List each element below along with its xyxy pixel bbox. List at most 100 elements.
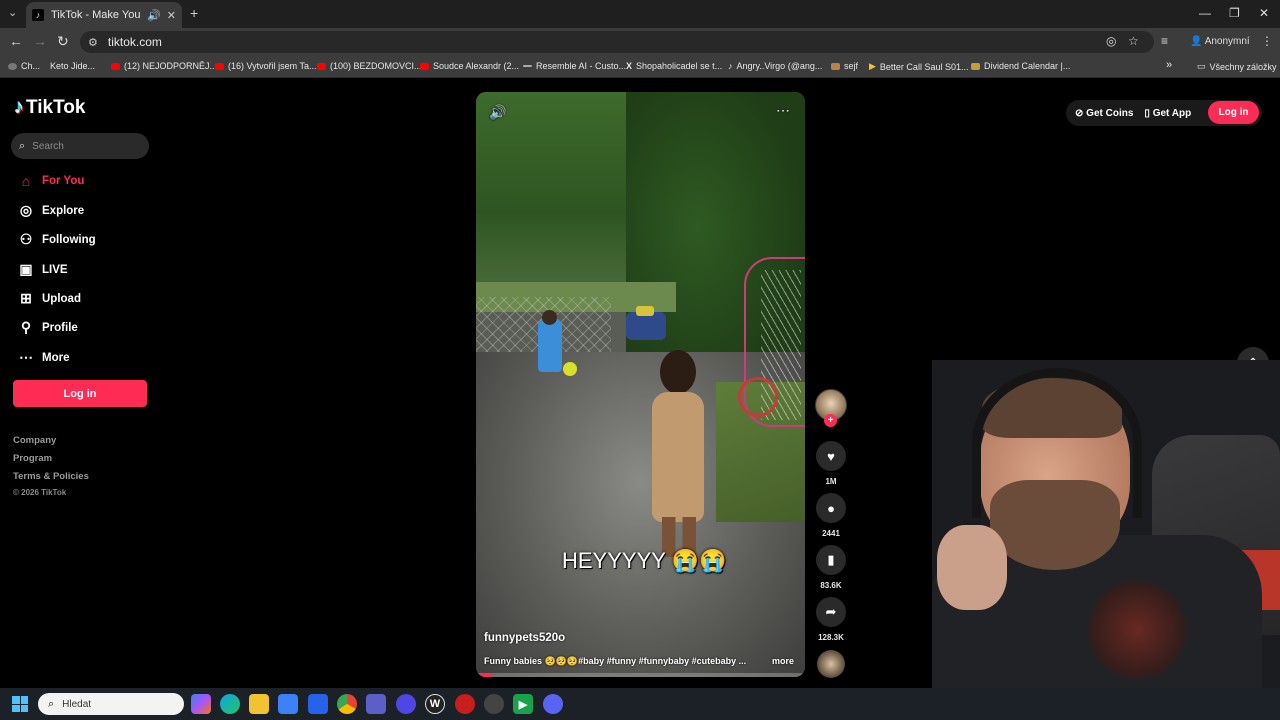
bookmark-star-icon[interactable]: ☆ — [1128, 34, 1139, 48]
taskbar-search[interactable]: ⌕ Hledat — [38, 693, 184, 715]
volume-icon[interactable]: 🔊 — [489, 104, 506, 121]
bookmark-icon[interactable]: ▮ — [816, 545, 846, 575]
video-options-icon[interactable]: ⋯ — [776, 102, 790, 119]
youtube-icon — [420, 62, 429, 70]
bookmark-item[interactable]: (12) NEJODPORNĚJ... — [111, 61, 217, 71]
more-link[interactable]: more — [772, 656, 794, 667]
close-tab-icon[interactable]: ✕ — [167, 9, 176, 22]
site-info-icon[interactable]: ⚙ — [88, 36, 98, 49]
minimize-icon[interactable]: — — [1199, 6, 1211, 20]
sidebar-item-upload[interactable]: ⊞ Upload — [16, 290, 81, 307]
profile-chip[interactable]: 👤 Anonymní — [1190, 36, 1250, 47]
music-disc-icon[interactable] — [817, 650, 845, 678]
bookmark-item[interactable]: Soudce Alexandr (2... — [420, 61, 519, 71]
teams-icon[interactable] — [366, 694, 386, 714]
heart-icon[interactable]: ♥ — [816, 441, 846, 471]
sidebar-item-following[interactable]: ⚇ Following — [16, 231, 96, 248]
tab-tiktok[interactable]: ♪ TikTok - Make Your Day 🔊 ✕ — [26, 2, 182, 28]
progress-fill — [476, 673, 493, 677]
bookmark-item[interactable]: ▶ Better Call Saul S01... — [869, 61, 968, 72]
eye-off-icon[interactable]: ◎ — [1106, 34, 1116, 48]
windows-taskbar: ⌕ Hledat W ▶ — [0, 688, 1280, 720]
video-description: Funny babies 🥺🥺🥺#baby #funny #funnybaby … — [484, 656, 794, 667]
upload-icon: ⊞ — [20, 290, 32, 306]
tab-list-icon[interactable]: ⌄ — [8, 6, 17, 19]
footer-link-terms[interactable]: Terms & Policies — [13, 471, 89, 482]
live-icon: ▣ — [19, 261, 33, 277]
tiktok-logo[interactable]: ♪ TikTok — [14, 96, 85, 119]
footer-link-company[interactable]: Company — [13, 435, 56, 446]
bookmark-item[interactable]: sejf — [831, 61, 858, 71]
copilot-icon[interactable] — [191, 694, 211, 714]
more-icon: ⋯ — [19, 349, 33, 365]
phone-icon: ▯ — [1144, 107, 1150, 119]
share-count: 128.3K — [818, 633, 844, 642]
incognito-icon: 👤 — [1190, 36, 1203, 47]
comment-icon[interactable]: ● — [816, 493, 846, 523]
bookmark-item[interactable]: Keto Jide... — [50, 61, 95, 71]
copyright: © 2026 TikTok — [13, 488, 67, 497]
sidebar-item-for-you[interactable]: ⌂ For You — [16, 173, 85, 189]
follow-plus-icon[interactable]: + — [824, 414, 837, 427]
bookmark-item[interactable]: Ch... — [8, 61, 40, 71]
sidebar-item-more[interactable]: ⋯ More — [16, 349, 69, 366]
sidebar-login-button[interactable]: Log in — [13, 380, 147, 407]
coin-icon: ⊘ — [1075, 107, 1084, 119]
steam-icon[interactable] — [484, 694, 504, 714]
webcam-overlay — [932, 360, 1280, 688]
save-action[interactable]: ▮ 83.6K — [816, 545, 846, 590]
bookmark-item[interactable]: Dividend Calendar |... — [971, 61, 1070, 71]
profile-icon: ⚲ — [20, 319, 32, 335]
discord-icon[interactable] — [543, 694, 563, 714]
get-app-button[interactable]: ▯ Get App — [1144, 108, 1191, 119]
header-login-button[interactable]: Log in — [1208, 101, 1259, 124]
get-coins-button[interactable]: ⊘ Get Coins — [1075, 108, 1133, 119]
reload-icon[interactable]: ↻ — [57, 33, 69, 50]
outlook-icon[interactable] — [308, 694, 328, 714]
windows-start-icon[interactable] — [12, 696, 28, 712]
comment-action[interactable]: ● 2441 — [816, 493, 846, 538]
bookmark-item[interactable]: (100) BEZDOMOVCI... — [317, 61, 422, 71]
app-green-icon[interactable]: ▶ — [513, 694, 533, 714]
chevron-more-icon[interactable]: » — [1166, 59, 1172, 71]
bookmark-item[interactable]: (16) Vytvořil jsem Ta... — [215, 61, 317, 71]
footer-link-program[interactable]: Program — [13, 453, 52, 464]
search-icon: ⌕ — [48, 697, 55, 710]
speaker-icon[interactable]: 🔊 — [147, 9, 161, 22]
tab-title: TikTok - Make Your Day — [51, 9, 141, 21]
media-icon[interactable]: ≡ — [1161, 34, 1168, 48]
bookmark-item[interactable]: ♪ Angry..Virgo (@ang... — [728, 61, 822, 71]
menu-kebab-icon[interactable]: ⋮ — [1261, 34, 1273, 48]
video-author[interactable]: funnypets520o — [484, 632, 565, 644]
share-action[interactable]: ➦ 128.3K — [816, 597, 846, 642]
close-window-icon[interactable]: ✕ — [1259, 6, 1269, 20]
bookmark-item[interactable]: Resemble AI - Custo... — [523, 61, 626, 71]
all-bookmarks[interactable]: ▭ Všechny záložky — [1197, 61, 1277, 72]
play-icon: ▶ — [869, 61, 876, 71]
back-icon[interactable]: ← — [9, 33, 23, 49]
url-text: tiktok.com — [107, 35, 162, 49]
address-bar[interactable]: ⚙ tiktok.com — [80, 31, 1154, 53]
app-red-icon[interactable] — [455, 694, 475, 714]
like-action[interactable]: ♥ 1M — [816, 441, 846, 486]
forward-icon[interactable]: → — [33, 33, 47, 49]
edge-icon[interactable] — [220, 694, 240, 714]
like-count: 1M — [825, 477, 837, 486]
sidebar-item-profile[interactable]: ⚲ Profile — [16, 319, 78, 336]
wordpress-icon[interactable]: W — [425, 694, 445, 714]
sidebar-item-live[interactable]: ▣ LIVE — [16, 261, 67, 278]
app-icon[interactable] — [396, 694, 416, 714]
bookmark-item[interactable]: X Shopaholicadel se t... — [626, 61, 722, 71]
file-explorer-icon[interactable] — [249, 694, 269, 714]
sidebar-item-explore[interactable]: ◎ Explore — [16, 202, 84, 219]
video-progress-bar[interactable] — [476, 673, 805, 677]
new-tab-icon[interactable]: + — [190, 5, 198, 21]
tiktok-page: ♪ TikTok ⌕ Search ⌂ For You ◎ Explore ⚇ Fol… — [0, 80, 1280, 688]
search-input[interactable]: ⌕ Search — [11, 133, 149, 159]
video-player[interactable]: 🔊 ⋯ HEYYYYY 😭😭 funnypets520o Funny babie… — [476, 92, 805, 677]
tiktok-icon: ♪ — [728, 61, 733, 71]
store-icon[interactable] — [278, 694, 298, 714]
share-icon[interactable]: ➦ — [816, 597, 846, 627]
chrome-icon[interactable] — [337, 694, 357, 714]
restore-icon[interactable]: ❐ — [1229, 6, 1240, 20]
